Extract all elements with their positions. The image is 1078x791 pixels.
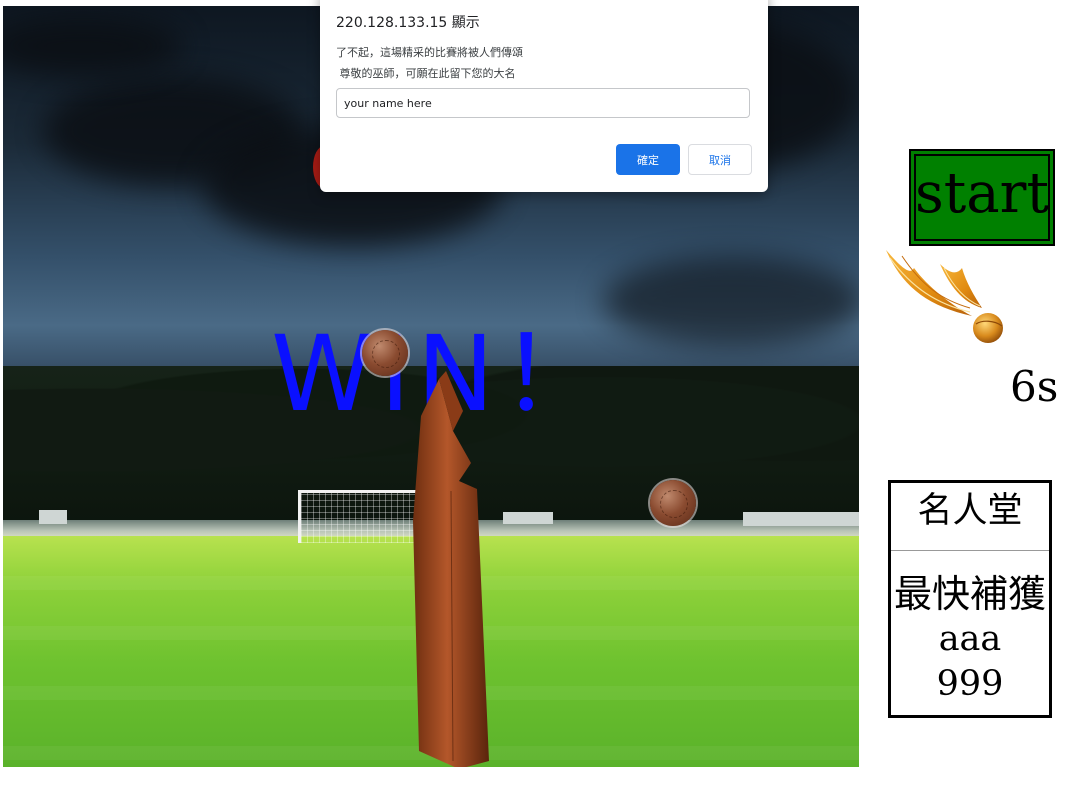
record-holder-name: aaa	[938, 619, 1002, 659]
dialog-title: 220.128.133.15 顯示	[336, 15, 480, 31]
cloud	[603, 256, 859, 346]
name-prompt-dialog: 220.128.133.15 顯示 了不起，這場精采的比賽將被人們傳頌 尊敬的巫…	[320, 0, 768, 192]
dialog-message: 了不起，這場精采的比賽將被人們傳頌 尊敬的巫師，可願在此留下您的大名	[336, 46, 523, 80]
tent	[743, 512, 859, 526]
fastest-catch-label: 最快補獲	[893, 572, 1046, 616]
hall-of-fame-panel: 名人堂 最快補獲 aaa 999	[888, 480, 1052, 718]
tent	[503, 512, 553, 524]
bludger-icon[interactable]	[362, 330, 408, 376]
bludger-icon[interactable]	[650, 480, 696, 526]
record-time: 999	[936, 664, 1004, 704]
wooden-post	[413, 371, 489, 767]
cancel-button[interactable]: 取消	[688, 144, 752, 175]
timer-display: 6s	[1010, 362, 1059, 411]
hall-of-fame-title: 名人堂	[891, 483, 1049, 551]
golden-snitch-icon	[886, 250, 1003, 343]
ok-button[interactable]: 確定	[616, 144, 680, 175]
soccer-goal	[298, 490, 419, 543]
start-button[interactable]: start	[909, 149, 1055, 246]
tent	[39, 510, 67, 524]
start-button-label: start	[915, 161, 1049, 226]
cloud	[3, 16, 183, 76]
name-input[interactable]	[336, 88, 750, 118]
